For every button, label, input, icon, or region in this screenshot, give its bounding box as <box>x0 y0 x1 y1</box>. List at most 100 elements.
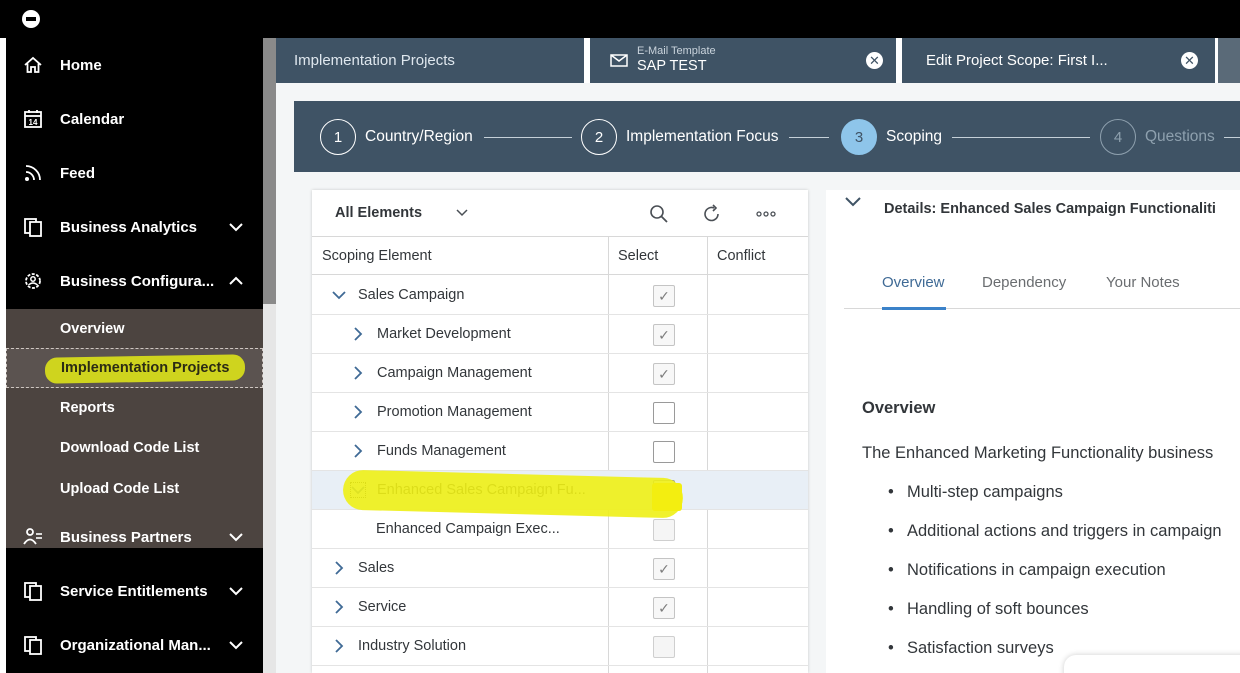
sidebar-item-calendar[interactable]: 14 Calendar <box>6 92 263 146</box>
sidebar-subitem-reports[interactable]: Reports <box>6 388 263 428</box>
step-number: 1 <box>320 119 356 155</box>
app-root: Home 14 Calendar Feed Business Analytics <box>0 0 1240 673</box>
scoping-element-label: Enhanced Campaign Exec... <box>376 521 560 537</box>
select-checkbox[interactable] <box>653 636 675 658</box>
close-icon[interactable]: ✕ <box>1181 52 1198 69</box>
sidebar-subitem-label: Reports <box>60 400 115 416</box>
tab-label: Implementation Projects <box>294 52 455 69</box>
app-logo-icon[interactable] <box>22 10 40 28</box>
table-row[interactable]: Service ✓ <box>312 588 808 627</box>
overview-text: The Enhanced Marketing Functionality bus… <box>862 444 1214 462</box>
sidebar: Home 14 Calendar Feed Business Analytics <box>0 38 263 673</box>
chevron-right-icon[interactable] <box>351 366 365 380</box>
sidebar-item-label: Service Entitlements <box>60 582 208 600</box>
chevron-right-icon[interactable] <box>351 327 365 341</box>
sidebar-subitem-label: Overview <box>60 321 125 337</box>
tab-your-notes[interactable]: Your Notes <box>1106 274 1180 291</box>
calendar-day: 14 <box>29 118 38 127</box>
tab-email-template[interactable]: E-Mail Template SAP TEST ✕ <box>590 38 896 83</box>
scrollbar-thumb[interactable] <box>263 38 276 304</box>
step-label: Country/Region <box>365 128 473 145</box>
sidebar-subitem-implementation-projects[interactable]: Implementation Projects <box>6 348 263 388</box>
chevron-down-icon[interactable] <box>844 195 862 209</box>
scoping-element-label: Market Development <box>377 326 511 342</box>
details-tabs: Overview Dependency Your Notes <box>844 262 1240 310</box>
floating-card[interactable] <box>1064 655 1240 673</box>
sidebar-item-service-entitlements[interactable]: Service Entitlements <box>6 564 263 618</box>
column-header-select[interactable]: Select <box>618 248 658 264</box>
column-header-scoping-element[interactable]: Scoping Element <box>322 248 432 264</box>
step-implementation-focus[interactable]: 2 Implementation Focus <box>581 119 779 155</box>
sidebar-subitem-label: Download Code List <box>60 440 200 456</box>
sidebar-item-feed[interactable]: Feed <box>6 146 263 200</box>
chevron-down-icon[interactable] <box>228 583 244 599</box>
sidebar-subitem-download-code-list[interactable]: Download Code List <box>6 428 263 468</box>
chevron-down-icon[interactable] <box>228 637 244 653</box>
table-row[interactable]: Sales Campaign ✓ <box>312 276 808 315</box>
sidebar-subitem-overview[interactable]: Overview <box>6 309 263 349</box>
filter-select[interactable]: All Elements <box>335 205 422 221</box>
tab-dependency[interactable]: Dependency <box>982 274 1066 291</box>
column-header-conflict[interactable]: Conflict <box>717 248 765 264</box>
check-icon: ✓ <box>658 599 670 616</box>
chevron-down-icon[interactable] <box>332 288 346 302</box>
step-label: Questions <box>1145 128 1215 145</box>
sidebar-subitem-upload-code-list[interactable]: Upload Code List <box>6 469 263 509</box>
step-connector <box>952 137 1090 138</box>
more-icon[interactable] <box>755 203 777 225</box>
sidebar-item-label: Home <box>60 56 102 74</box>
step-connector <box>484 137 572 138</box>
refresh-icon[interactable] <box>701 203 723 225</box>
step-scoping[interactable]: 3 Scoping <box>841 119 942 155</box>
select-checkbox[interactable] <box>653 402 675 424</box>
select-checkbox[interactable]: ✓ <box>653 558 675 580</box>
table-row[interactable]: Industry Solution <box>312 627 808 666</box>
scoping-element-label: Campaign Management <box>377 365 532 381</box>
step-country-region[interactable]: 1 Country/Region <box>320 119 473 155</box>
chevron-up-icon[interactable] <box>228 273 244 289</box>
chevron-right-icon[interactable] <box>332 639 346 653</box>
step-number: 3 <box>841 119 877 155</box>
table-row[interactable]: Campaign Management ✓ <box>312 354 808 393</box>
sidebar-item-label: Calendar <box>60 110 125 128</box>
chevron-down-icon[interactable] <box>228 219 244 235</box>
table-header: Scoping Element Select Conflict <box>312 237 808 275</box>
sidebar-item-business-analytics[interactable]: Business Analytics <box>6 200 263 254</box>
scoping-element-label: Sales Campaign <box>358 287 465 303</box>
chevron-right-icon[interactable] <box>332 600 346 614</box>
select-checkbox[interactable] <box>653 441 675 463</box>
table-row[interactable]: Market Development ✓ <box>312 315 808 354</box>
close-icon[interactable]: ✕ <box>866 52 883 69</box>
sidebar-item-business-partners[interactable]: Business Partners <box>6 510 263 564</box>
step-label: Scoping <box>886 128 943 145</box>
sidebar-item-home[interactable]: Home <box>6 38 263 92</box>
chevron-right-icon[interactable] <box>351 405 365 419</box>
select-checkbox[interactable] <box>653 519 675 541</box>
table-row[interactable]: Enhanced Campaign Exec... <box>312 510 808 549</box>
step-number: 2 <box>581 119 617 155</box>
chevron-down-icon[interactable] <box>454 204 470 220</box>
select-checkbox[interactable]: ✓ <box>653 363 675 385</box>
chevron-right-icon[interactable] <box>332 561 346 575</box>
select-checkbox[interactable]: ✓ <box>653 324 675 346</box>
tab-overview[interactable]: Overview <box>882 274 945 291</box>
table-row[interactable]: Sales ✓ <box>312 549 808 588</box>
table-row[interactable]: Promotion Management <box>312 393 808 432</box>
table-row[interactable]: Funds Management <box>312 432 808 471</box>
select-checkbox[interactable]: ✓ <box>653 597 675 619</box>
wizard-steps: 1 Country/Region 2 Implementation Focus … <box>294 101 1240 172</box>
step-questions[interactable]: 4 Questions <box>1100 119 1215 155</box>
search-icon[interactable] <box>648 203 670 225</box>
tab-implementation-projects[interactable]: Implementation Projects <box>276 38 584 83</box>
select-checkbox[interactable]: ✓ <box>653 285 675 307</box>
tab-overflow[interactable] <box>1218 38 1240 83</box>
tab-edit-project-scope[interactable]: Edit Project Scope: First I... ✕ <box>902 38 1215 83</box>
chevron-down-icon[interactable] <box>228 529 244 545</box>
sidebar-item-organizational-management[interactable]: Organizational Man... <box>6 618 263 672</box>
feed-icon <box>22 162 44 184</box>
chevron-right-icon[interactable] <box>351 444 365 458</box>
overview-heading: Overview <box>862 399 936 417</box>
scoping-panel: All Elements Scoping Element Select Conf… <box>312 190 808 673</box>
yellow-highlight-mark <box>652 483 682 511</box>
sidebar-item-business-configuration[interactable]: Business Configura... <box>6 254 263 308</box>
